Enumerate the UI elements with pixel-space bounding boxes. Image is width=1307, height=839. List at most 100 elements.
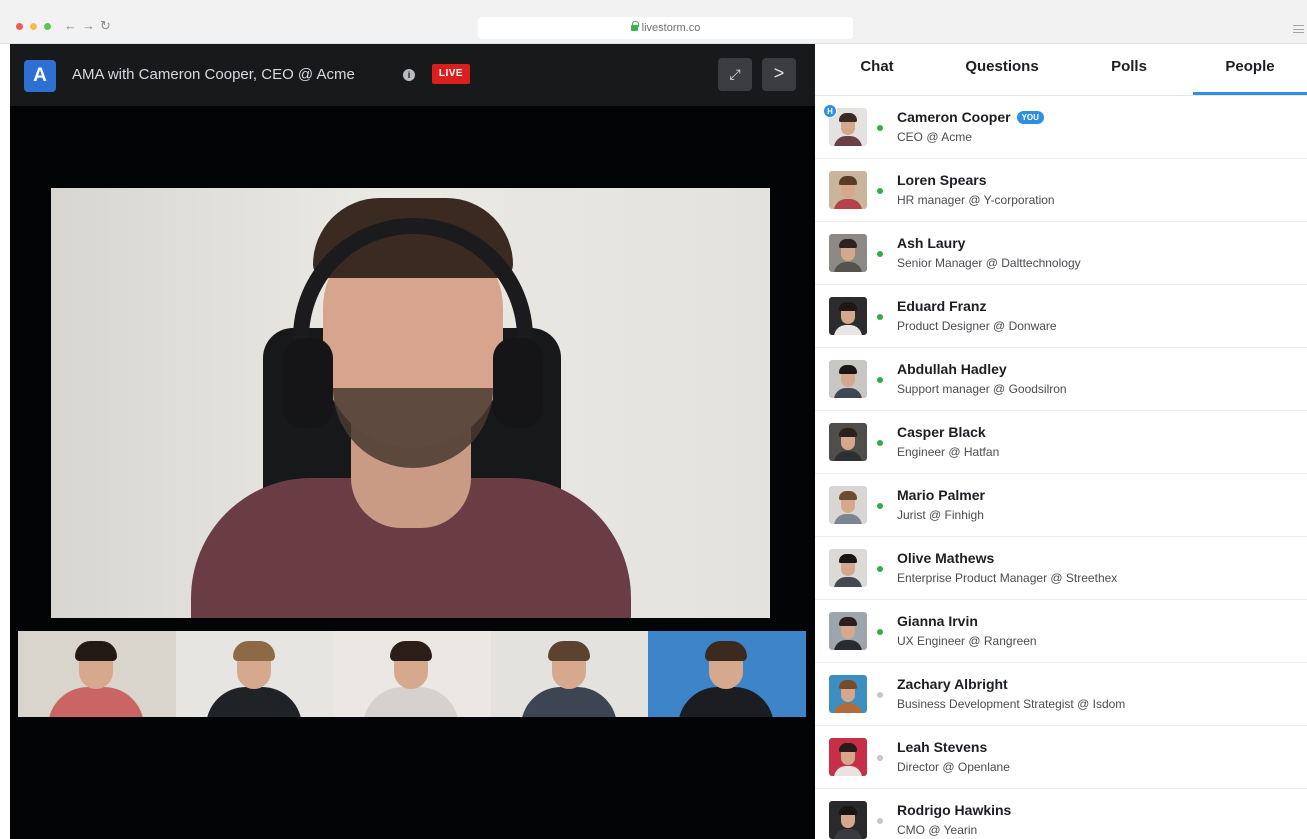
person-role: HR manager @ Y-corporation [897, 193, 1055, 207]
person-row[interactable]: Ash Laury Senior Manager @ Dalttechnology [815, 222, 1307, 285]
side-panel: Chat Questions Polls People H Cameron Coo… [815, 44, 1307, 839]
person-row[interactable]: Gianna Irvin UX Engineer @ Rangreen [815, 600, 1307, 663]
person-role: Business Development Strategist @ Isdom [897, 697, 1126, 711]
person-row[interactable]: Abdullah Hadley Support manager @ Goodsil… [815, 348, 1307, 411]
avatar [829, 360, 867, 398]
person-row[interactable]: H Cameron Cooper YOU CEO @ Acme [815, 96, 1307, 159]
offline-status-dot [877, 692, 883, 698]
participant-thumbnail[interactable] [333, 631, 491, 717]
participant-thumbnail[interactable] [648, 631, 806, 717]
avatar-shirt [834, 325, 862, 335]
person-name-text: Cameron Cooper [897, 109, 1011, 125]
avatar-hair [839, 743, 857, 752]
avatar-shirt [834, 829, 862, 839]
person-row[interactable]: Eduard Franz Product Designer @ Donware [815, 285, 1307, 348]
avatar-hair [839, 554, 857, 563]
avatar-shirt [834, 766, 862, 776]
avatar [829, 297, 867, 335]
online-status-dot [877, 440, 883, 446]
avatar-hair [839, 302, 857, 311]
hamburger-menu-icon[interactable] [1293, 25, 1304, 33]
person-name-text: Zachary Albright [897, 676, 1008, 692]
person-name-text: Ash Laury [897, 235, 966, 251]
address-text: livestorm.co [641, 22, 701, 34]
participant-thumbnail[interactable] [18, 631, 176, 717]
person-role: Jurist @ Finhigh [897, 508, 984, 522]
offline-status-dot [877, 755, 883, 761]
next-button[interactable]: > [762, 58, 796, 91]
person-name-text: Gianna Irvin [897, 613, 978, 629]
maximize-window-button[interactable] [44, 23, 51, 30]
tab-chat[interactable]: Chat [831, 44, 923, 96]
avatar-shirt [834, 136, 862, 146]
avatar-hair [839, 806, 857, 815]
thumbnail-shirt [363, 687, 460, 717]
online-status-dot [877, 503, 883, 509]
avatar-hair [839, 176, 857, 185]
person-row[interactable]: Leah Stevens Director @ Openlane [815, 726, 1307, 789]
avatar-hair [839, 365, 857, 374]
avatar-shirt [834, 703, 862, 713]
person-row[interactable]: Zachary Albright Business Development Str… [815, 663, 1307, 726]
participant-thumbnails [18, 631, 806, 717]
person-name: Abdullah Hadley [897, 360, 1007, 378]
person-name-text: Rodrigo Hawkins [897, 802, 1012, 818]
person-row[interactable]: Rodrigo Hawkins CMO @ Yearin [815, 789, 1307, 839]
avatar [829, 171, 867, 209]
online-status-dot [877, 251, 883, 257]
reload-icon[interactable]: ↻ [100, 17, 111, 35]
fullscreen-button[interactable]: ⤢ [718, 58, 752, 91]
avatar-hair [839, 680, 857, 689]
person-role: Support manager @ Goodsilron [897, 382, 1067, 396]
avatar [829, 549, 867, 587]
headphone-earcup-right [493, 338, 543, 428]
event-header: A AMA with Cameron Cooper, CEO @ Acme i … [10, 44, 815, 106]
person-row[interactable]: Mario Palmer Jurist @ Finhigh [815, 474, 1307, 537]
avatar-shirt [834, 388, 862, 398]
browser-toolbar: ← → ↻ livestorm.co [0, 0, 1307, 44]
avatar-hair [839, 113, 857, 122]
person-role: Director @ Openlane [897, 760, 1010, 774]
tab-people[interactable]: People [1193, 44, 1307, 96]
avatar [829, 738, 867, 776]
participant-thumbnail[interactable] [490, 631, 649, 717]
info-icon[interactable]: i [403, 69, 415, 81]
person-name: Eduard Franz [897, 297, 986, 315]
thumbnail-hair [232, 641, 275, 661]
person-name-text: Abdullah Hadley [897, 361, 1007, 377]
tab-polls[interactable]: Polls [1089, 44, 1169, 96]
person-role: Engineer @ Hatfan [897, 445, 1000, 459]
online-status-dot [877, 377, 883, 383]
main-speaker-video[interactable] [51, 188, 770, 618]
participant-thumbnail[interactable] [175, 631, 334, 717]
online-status-dot [877, 566, 883, 572]
avatar-shirt [834, 514, 862, 524]
person-row[interactable]: Casper Black Engineer @ Hatfan [815, 411, 1307, 474]
person-name: Olive Mathews [897, 549, 994, 567]
person-name-text: Olive Mathews [897, 550, 995, 566]
person-row[interactable]: Loren Spears HR manager @ Y-corporation [815, 159, 1307, 222]
address-bar[interactable]: livestorm.co [478, 17, 853, 39]
people-list: H Cameron Cooper YOU CEO @ Acme Loren Spears… [815, 96, 1307, 839]
forward-arrow-icon[interactable]: → [82, 17, 95, 35]
thumbnail-shirt [48, 687, 144, 717]
online-status-dot [877, 629, 883, 635]
close-window-button[interactable] [16, 23, 23, 30]
thumbnail-shirt [520, 687, 617, 717]
back-arrow-icon[interactable]: ← [64, 17, 77, 35]
online-status-dot [877, 314, 883, 320]
avatar-hair [839, 239, 857, 248]
avatar [829, 486, 867, 524]
minimize-window-button[interactable] [30, 23, 37, 30]
person-name: Leah Stevens [897, 738, 987, 756]
avatar-hair [839, 428, 857, 437]
person-row[interactable]: Olive Mathews Enterprise Product Manager … [815, 537, 1307, 600]
headphone-earcup-left [283, 338, 333, 428]
person-name: Rodrigo Hawkins [897, 801, 1011, 819]
person-role: CEO @ Acme [897, 130, 972, 144]
tab-questions[interactable]: Questions [951, 44, 1053, 96]
live-badge: LIVE [432, 64, 470, 84]
avatar-shirt [834, 640, 862, 650]
person-role: Product Designer @ Donware [897, 319, 1057, 333]
person-name: Mario Palmer [897, 486, 985, 504]
